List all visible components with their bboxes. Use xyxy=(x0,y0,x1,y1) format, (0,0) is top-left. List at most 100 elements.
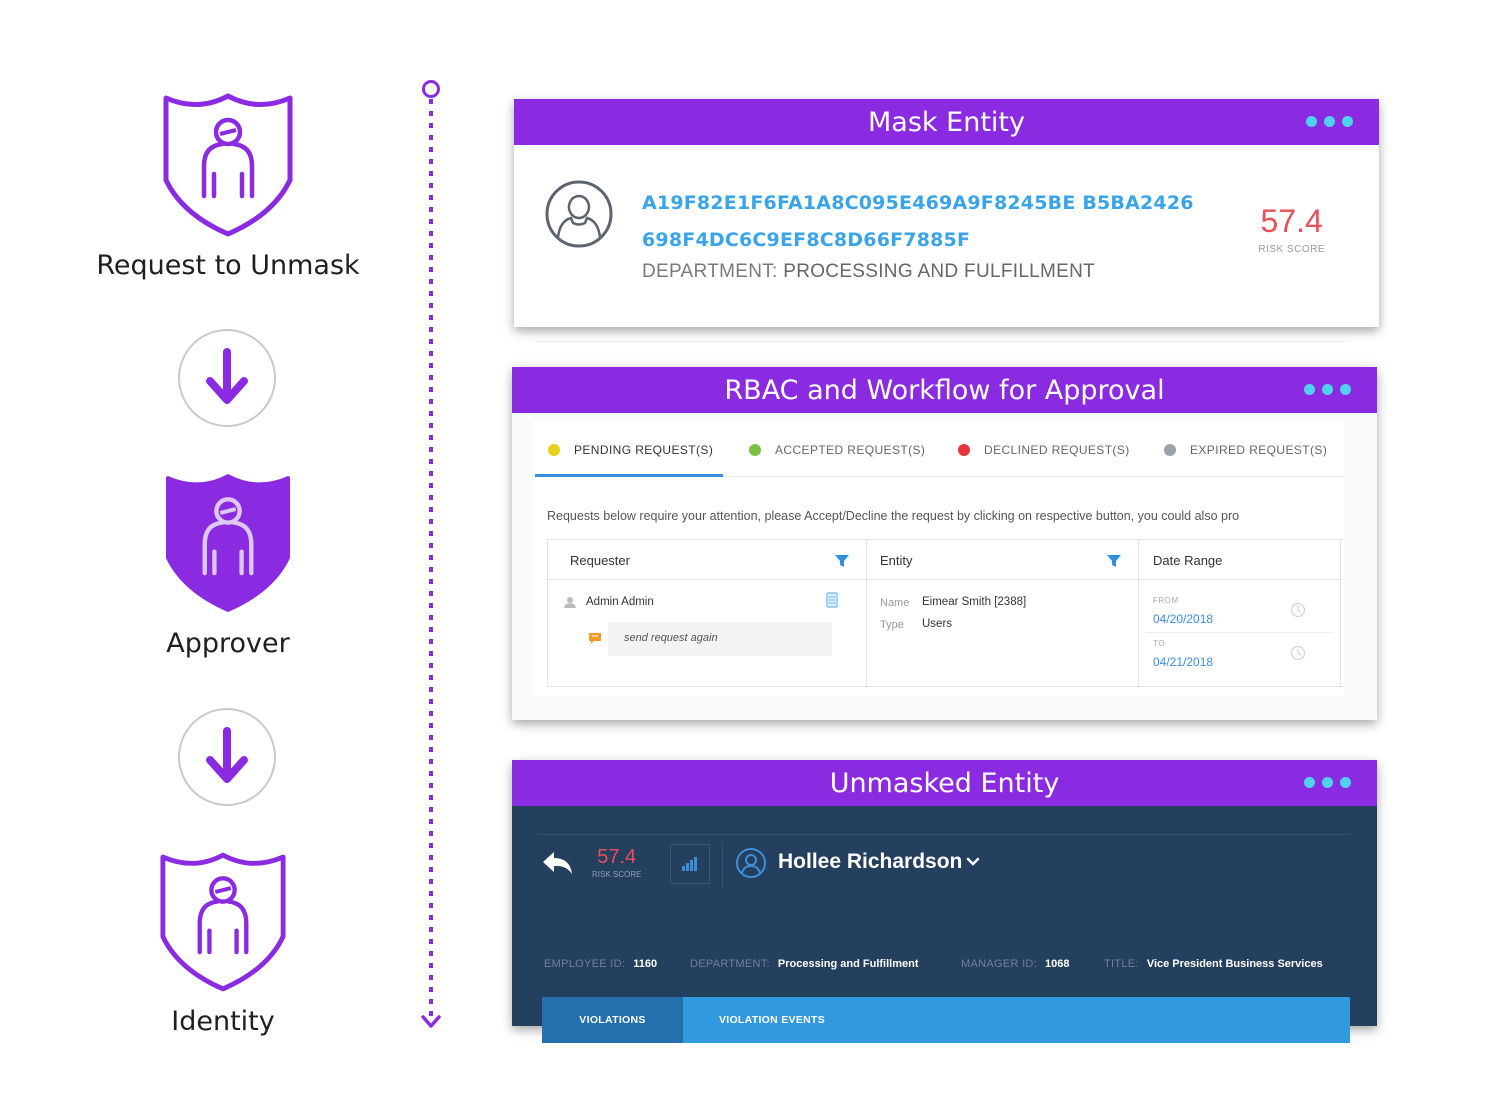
risk-score-label: RISK SCORE xyxy=(592,870,642,879)
manager-id: MANAGER ID: 1068 xyxy=(961,958,1070,970)
down-arrow-icon xyxy=(206,348,248,404)
step-label: Request to Unmask xyxy=(96,250,360,281)
clock-icon[interactable] xyxy=(1290,602,1306,618)
comment-icon xyxy=(589,633,601,644)
meta-key: TITLE: xyxy=(1104,958,1139,970)
meta-key: EMPLOYEE ID: xyxy=(544,958,626,970)
panel-header: Unmasked Entity xyxy=(512,760,1377,806)
step-identity: Identity xyxy=(97,850,349,1037)
risk-score-value: 57.4 xyxy=(597,846,637,868)
resend-request-button[interactable]: send request again xyxy=(608,622,832,656)
column-header-entity[interactable]: Entity xyxy=(866,540,1138,580)
requester-name: Admin Admin xyxy=(586,596,654,608)
panel-title: Unmasked Entity xyxy=(829,767,1060,799)
panel-header: Mask Entity xyxy=(514,99,1379,145)
filled-shield-person-icon xyxy=(164,472,292,614)
down-arrow-icon xyxy=(206,727,248,783)
step-approver: Approver xyxy=(97,472,359,659)
tab-expired[interactable]: EXPIRED REQUEST(S) xyxy=(1164,443,1327,457)
entity-id-line: 698F4DC6C9EF8C8D66F7885F xyxy=(642,229,971,251)
active-tab-indicator xyxy=(535,474,723,477)
request-tabs: PENDING REQUEST(S) ACCEPTED REQUEST(S) D… xyxy=(532,421,1344,477)
department-key: DEPARTMENT: xyxy=(642,261,778,282)
entity-name: Eimear Smith [2388] xyxy=(922,596,1027,608)
meta-value: Processing and Fulfillment xyxy=(777,958,919,970)
flow-arrow xyxy=(178,708,276,806)
more-options-icon[interactable] xyxy=(1306,116,1353,127)
tab-label: ACCEPTED REQUEST(S) xyxy=(775,443,926,457)
department-value: PROCESSING AND FULFILLMENT xyxy=(783,261,1096,282)
user-avatar-icon xyxy=(736,848,766,878)
column-label: Requester xyxy=(570,553,630,568)
bar-chart-icon xyxy=(682,857,697,871)
risk-score-value: 57.4 xyxy=(1260,203,1323,239)
title: TITLE: Vice President Business Services xyxy=(1104,958,1323,970)
timeline-start-circle xyxy=(422,80,440,98)
status-dot-icon xyxy=(548,444,560,456)
risk-score-label: RISK SCORE xyxy=(1258,244,1325,255)
filter-icon[interactable] xyxy=(1106,553,1122,569)
column-header-date-range[interactable]: Date Range xyxy=(1138,540,1340,580)
timeline-end-chevron-icon xyxy=(421,1015,441,1028)
outline-shield-person-icon xyxy=(159,850,287,994)
entity-tabs: VIOLATIONS VIOLATION EVENTS xyxy=(542,997,1350,1043)
column-label: Date Range xyxy=(1153,553,1223,568)
mask-entity-panel: Mask Entity A19F82E1F6FA1A8C095E469A9F82… xyxy=(514,99,1379,342)
department: DEPARTMENT: Processing and Fulfillment xyxy=(690,958,918,970)
masked-entity-id: A19F82E1F6FA1A8C095E469A9F8245BE B5BA242… xyxy=(642,185,1194,259)
back-arrow-icon[interactable] xyxy=(542,850,574,876)
column-label: Entity xyxy=(880,553,913,568)
tab-violation-events[interactable]: VIOLATION EVENTS xyxy=(683,997,861,1043)
to-key: TO xyxy=(1153,639,1165,648)
employee-name[interactable]: Hollee Richardson xyxy=(778,850,962,874)
name-key: Name xyxy=(880,597,910,609)
entity-type: Users xyxy=(922,618,953,630)
employee-id: EMPLOYEE ID: 1160 xyxy=(544,958,657,970)
tab-declined[interactable]: DECLINED REQUEST(S) xyxy=(958,443,1130,457)
to-date[interactable]: 04/21/2018 xyxy=(1153,655,1213,669)
meta-key: MANAGER ID: xyxy=(961,958,1038,970)
department-line: DEPARTMENT: PROCESSING AND FULFILLMENT xyxy=(642,261,1095,283)
unmasked-entity-panel: Unmasked Entity 57.4 RISK SCORE Hollee R… xyxy=(512,760,1377,1043)
tab-label: EXPIRED REQUEST(S) xyxy=(1190,443,1328,457)
panel-header: RBAC and Workflow for Approval xyxy=(512,367,1377,413)
divider xyxy=(534,341,1349,342)
tab-violations[interactable]: VIOLATIONS xyxy=(542,997,683,1043)
step-label: Identity xyxy=(171,1006,275,1037)
outline-shield-person-icon xyxy=(162,92,294,238)
entity-id-line: A19F82E1F6FA1A8C095E469A9F8245BE B5BA242… xyxy=(642,192,1194,214)
status-dot-icon xyxy=(1164,444,1176,456)
column-header-requester[interactable]: Requester xyxy=(548,540,866,580)
meta-key: DEPARTMENT: xyxy=(690,958,770,970)
notice-text: Requests below require your attention, p… xyxy=(547,509,1240,523)
risk-score: 57.4 RISK SCORE xyxy=(1258,203,1325,255)
document-icon[interactable] xyxy=(826,592,838,608)
more-options-icon[interactable] xyxy=(1304,777,1351,788)
resend-label: send request again xyxy=(624,632,718,644)
user-avatar-icon xyxy=(545,180,613,248)
panel-title: RBAC and Workflow for Approval xyxy=(724,374,1165,406)
more-options-icon[interactable] xyxy=(1304,384,1351,395)
user-icon xyxy=(564,597,576,608)
tab-accepted[interactable]: ACCEPTED REQUEST(S) xyxy=(749,443,925,457)
rbac-approval-panel: RBAC and Workflow for Approval PENDING R… xyxy=(512,367,1377,720)
filter-icon[interactable] xyxy=(834,553,850,569)
tab-label: PENDING REQUEST(S) xyxy=(574,443,714,457)
type-key: Type xyxy=(880,619,904,631)
clock-icon[interactable] xyxy=(1290,645,1306,661)
meta-value: 1160 xyxy=(633,958,658,970)
chart-button[interactable] xyxy=(670,844,710,884)
risk-score: 57.4 RISK SCORE xyxy=(592,846,641,879)
from-date[interactable]: 04/20/2018 xyxy=(1153,612,1213,626)
chevron-down-icon[interactable] xyxy=(966,857,980,867)
meta-value: Vice President Business Services xyxy=(1146,958,1323,970)
timeline-dotted-line xyxy=(429,99,433,1019)
panel-title: Mask Entity xyxy=(868,106,1025,138)
step-label: Approver xyxy=(166,628,290,659)
flow-arrow xyxy=(178,329,276,427)
tab-pending[interactable]: PENDING REQUEST(S) xyxy=(548,443,713,457)
status-dot-icon xyxy=(749,444,761,456)
requests-table: Requester Entity Date Range Admin Admin xyxy=(547,539,1344,687)
status-dot-icon xyxy=(958,444,970,456)
tab-label: DECLINED REQUEST(S) xyxy=(984,443,1130,457)
